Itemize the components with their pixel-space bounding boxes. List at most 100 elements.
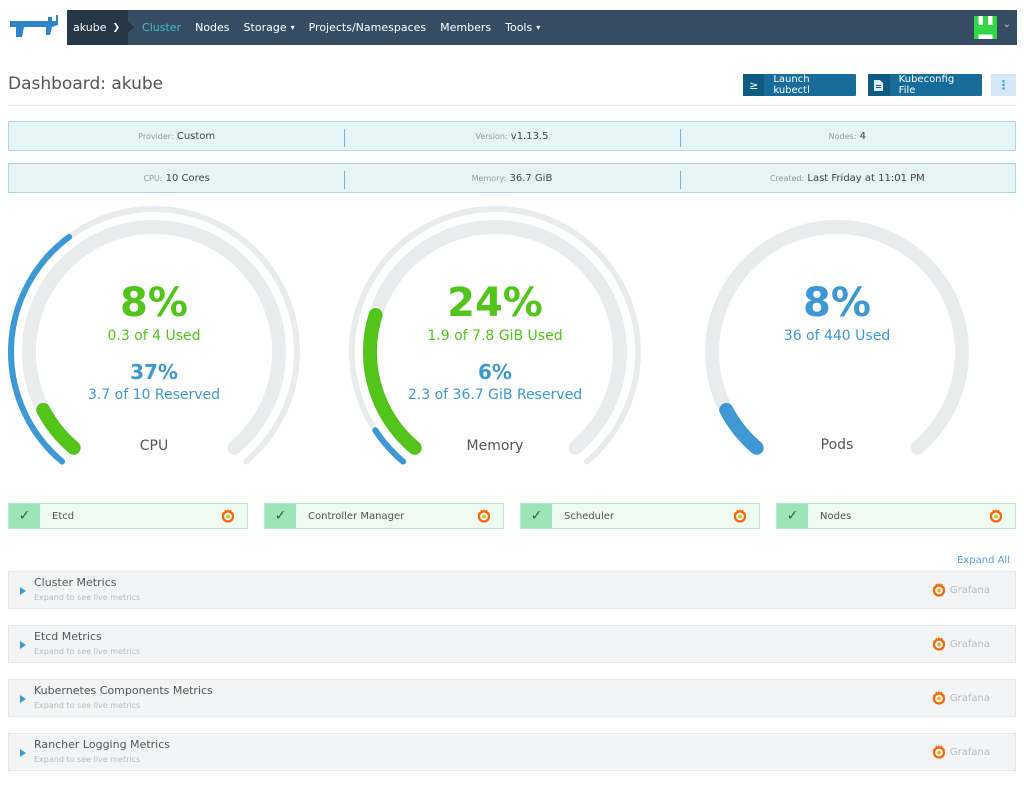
check-icon: ✓: [265, 504, 296, 528]
component-status-nodes: ✓ Nodes: [776, 503, 1016, 529]
terminal-icon: ≥: [743, 74, 765, 96]
info-key: Nodes:: [828, 131, 857, 141]
component-name: Etcd: [52, 510, 75, 522]
metric-subtitle: Expand to see live metrics: [34, 647, 141, 656]
grafana-link[interactable]: Grafana: [932, 637, 990, 651]
check-icon: ✓: [777, 504, 808, 528]
top-nav: akube ❯ Cluster Nodes Storage ▾ Projects/…: [67, 10, 1017, 45]
grafana-label: Grafana: [949, 638, 990, 650]
button-label: Launch kubectl: [773, 74, 810, 96]
nav-label: Projects/Namespaces: [308, 21, 427, 34]
info-value: Custom: [176, 130, 216, 142]
metric-subtitle: Expand to see live metrics: [34, 755, 141, 764]
kubeconfig-file-button[interactable]: Kubeconfig File: [868, 74, 982, 96]
info-value: Last Friday at 11:01 PM: [807, 172, 925, 184]
info-created: Created: Last Friday at 11:01 PM: [679, 170, 1015, 189]
grafana-label: Grafana: [949, 746, 990, 758]
chevron-down-icon: ❯: [112, 22, 121, 33]
launch-kubectl-button[interactable]: ≥ Launch kubectl: [743, 74, 856, 96]
grafana-icon[interactable]: [989, 509, 1003, 523]
pods-used-label: 36 of 440 Used: [783, 328, 891, 344]
grafana-icon: [932, 637, 945, 651]
kubernetes-components-metrics-panel[interactable]: Kubernetes Components Metrics Expand to …: [8, 679, 1016, 717]
nav-label: Tools: [505, 21, 533, 34]
grafana-icon: [932, 745, 945, 759]
memory-reserved-percent: 6%: [478, 360, 512, 384]
component-status-etcd: ✓ Etcd: [8, 503, 248, 529]
rancher-logo[interactable]: [8, 13, 60, 43]
metric-title: Rancher Logging Metrics: [34, 738, 170, 751]
nav-cluster[interactable]: Cluster: [128, 21, 188, 34]
chevron-down-icon: ▾: [290, 23, 295, 32]
expand-all-link[interactable]: Expand All: [957, 555, 1010, 566]
divider: [8, 105, 1016, 106]
grafana-link[interactable]: Grafana: [932, 745, 990, 759]
etcd-metrics-panel[interactable]: Etcd Metrics Expand to see live metrics …: [8, 625, 1016, 663]
chevron-down-icon[interactable]: ⌄: [1003, 19, 1011, 30]
metric-title: Kubernetes Components Metrics: [34, 684, 213, 697]
pods-used-percent: 8%: [803, 280, 871, 326]
file-icon: [868, 74, 890, 96]
info-value: v1.13.5: [510, 130, 549, 142]
metric-title: Cluster Metrics: [34, 576, 117, 589]
nav-label: Storage: [243, 21, 287, 34]
cpu-gauge: 8% 0.3 of 4 Used 37% 3.7 of 10 Reserved …: [0, 200, 314, 470]
more-actions-button[interactable]: ⋮: [991, 74, 1016, 96]
component-name: Scheduler: [564, 510, 615, 522]
info-value: 4: [859, 130, 866, 142]
cpu-used-percent: 8%: [120, 280, 188, 326]
pods-gauge-title: Pods: [820, 437, 854, 453]
nav-members[interactable]: Members: [433, 21, 498, 34]
grafana-link[interactable]: Grafana: [932, 583, 990, 597]
check-icon: ✓: [521, 504, 552, 528]
rancher-logging-metrics-panel[interactable]: Rancher Logging Metrics Expand to see li…: [8, 733, 1016, 771]
memory-used-label: 1.9 of 7.8 GiB Used: [427, 328, 563, 344]
cpu-reserved-percent: 37%: [130, 360, 178, 384]
memory-gauge: 24% 1.9 of 7.8 GiB Used 6% 2.3 of 36.7 G…: [335, 200, 655, 470]
page-title: Dashboard: akube: [8, 74, 164, 94]
nav-tools[interactable]: Tools ▾: [498, 21, 547, 34]
component-status-scheduler: ✓ Scheduler: [520, 503, 760, 529]
info-provider: Provider: Custom: [9, 131, 344, 142]
expand-triangle-icon[interactable]: [20, 695, 26, 703]
info-value: 36.7 GiB: [509, 172, 553, 184]
info-key: Memory:: [471, 173, 507, 183]
cpu-used-label: 0.3 of 4 Used: [107, 328, 201, 344]
nav-storage[interactable]: Storage ▾: [237, 21, 302, 34]
grafana-link[interactable]: Grafana: [932, 691, 990, 705]
memory-reserved-label: 2.3 of 36.7 GiB Reserved: [407, 387, 583, 403]
memory-gauge-title: Memory: [466, 438, 524, 454]
cpu-gauge-title: CPU: [139, 438, 169, 454]
grafana-icon[interactable]: [733, 509, 747, 523]
kebab-menu-icon: ⋮: [997, 78, 1010, 92]
cluster-switcher[interactable]: akube ❯: [67, 10, 135, 45]
expand-triangle-icon[interactable]: [20, 641, 26, 649]
nav-projects-namespaces[interactable]: Projects/Namespaces: [302, 21, 434, 34]
expand-triangle-icon[interactable]: [20, 749, 26, 757]
info-key: CPU:: [143, 173, 163, 183]
cpu-reserved-label: 3.7 of 10 Reserved: [87, 387, 221, 403]
grafana-icon: [932, 583, 945, 597]
metric-title: Etcd Metrics: [34, 630, 102, 643]
grafana-icon[interactable]: [221, 509, 235, 523]
info-key: Created:: [769, 173, 805, 183]
grafana-label: Grafana: [949, 692, 990, 704]
button-label: Kubeconfig File: [898, 74, 955, 96]
component-name: Nodes: [820, 510, 852, 522]
grafana-icon: [932, 691, 945, 705]
nav-label: Cluster: [142, 21, 182, 34]
nav-nodes[interactable]: Nodes: [188, 21, 236, 34]
component-status-controller-manager: ✓ Controller Manager: [264, 503, 504, 529]
info-key: Version:: [475, 131, 508, 141]
user-avatar[interactable]: [974, 16, 997, 39]
info-value: 10 Cores: [165, 172, 210, 184]
cluster-metrics-panel[interactable]: Cluster Metrics Expand to see live metri…: [8, 571, 1016, 609]
component-name: Controller Manager: [308, 510, 405, 522]
memory-used-percent: 24%: [447, 280, 543, 326]
cluster-capacity-bar: CPU: 10 Cores Memory: 36.7 GiB Created: …: [8, 163, 1016, 193]
pods-gauge: 8% 36 of 440 Used Pods: [677, 200, 997, 470]
expand-triangle-icon[interactable]: [20, 587, 26, 595]
grafana-icon[interactable]: [477, 509, 491, 523]
chevron-down-icon: ▾: [536, 23, 541, 32]
info-key: Provider:: [138, 131, 174, 141]
